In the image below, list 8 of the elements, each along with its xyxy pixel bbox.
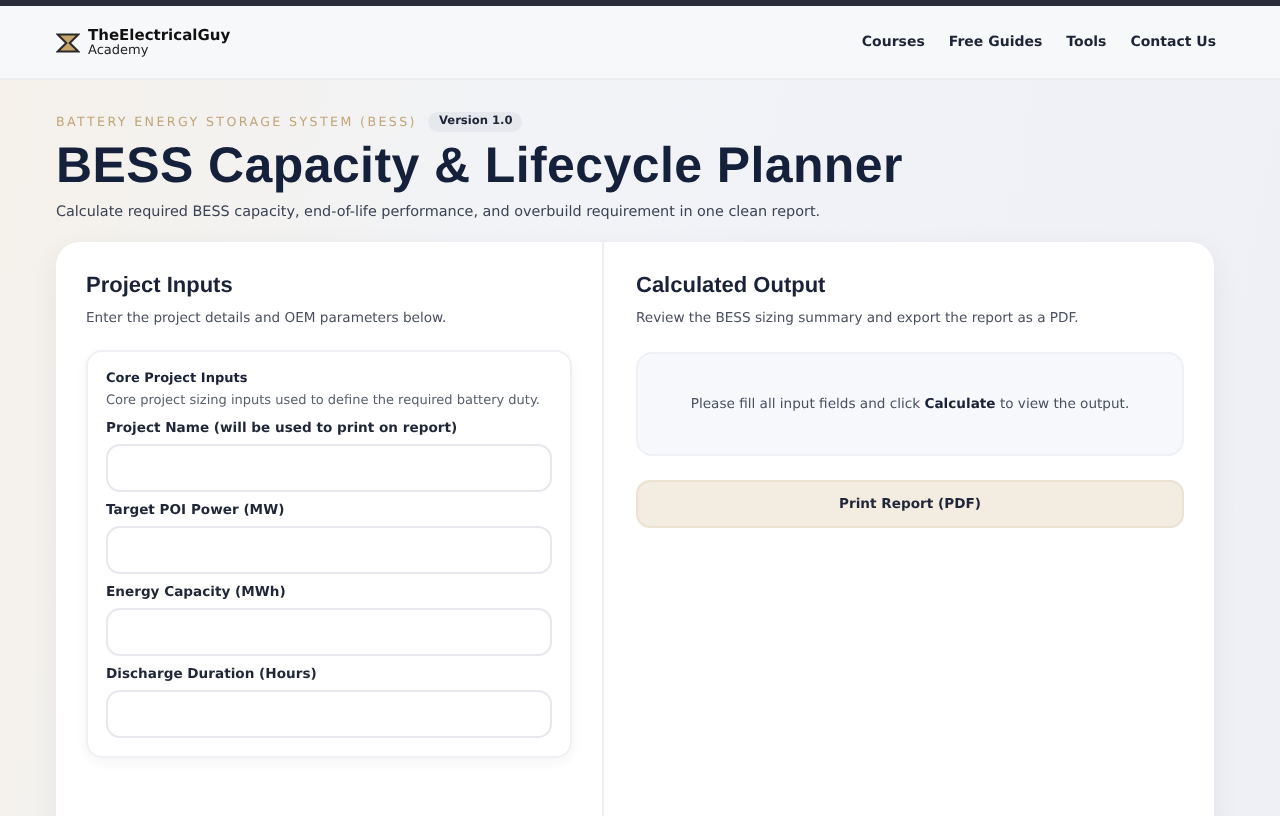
section-title: Calculated Output [636,274,828,298]
page-title: BESS Capacity & Lifecycle Planner [56,138,905,196]
input-field[interactable] [106,608,552,657]
input-field[interactable] [106,444,552,493]
input-field[interactable] [106,690,552,739]
logo-icon [56,31,80,53]
section-title: Project Inputs [86,274,235,298]
input-field[interactable] [106,526,552,575]
